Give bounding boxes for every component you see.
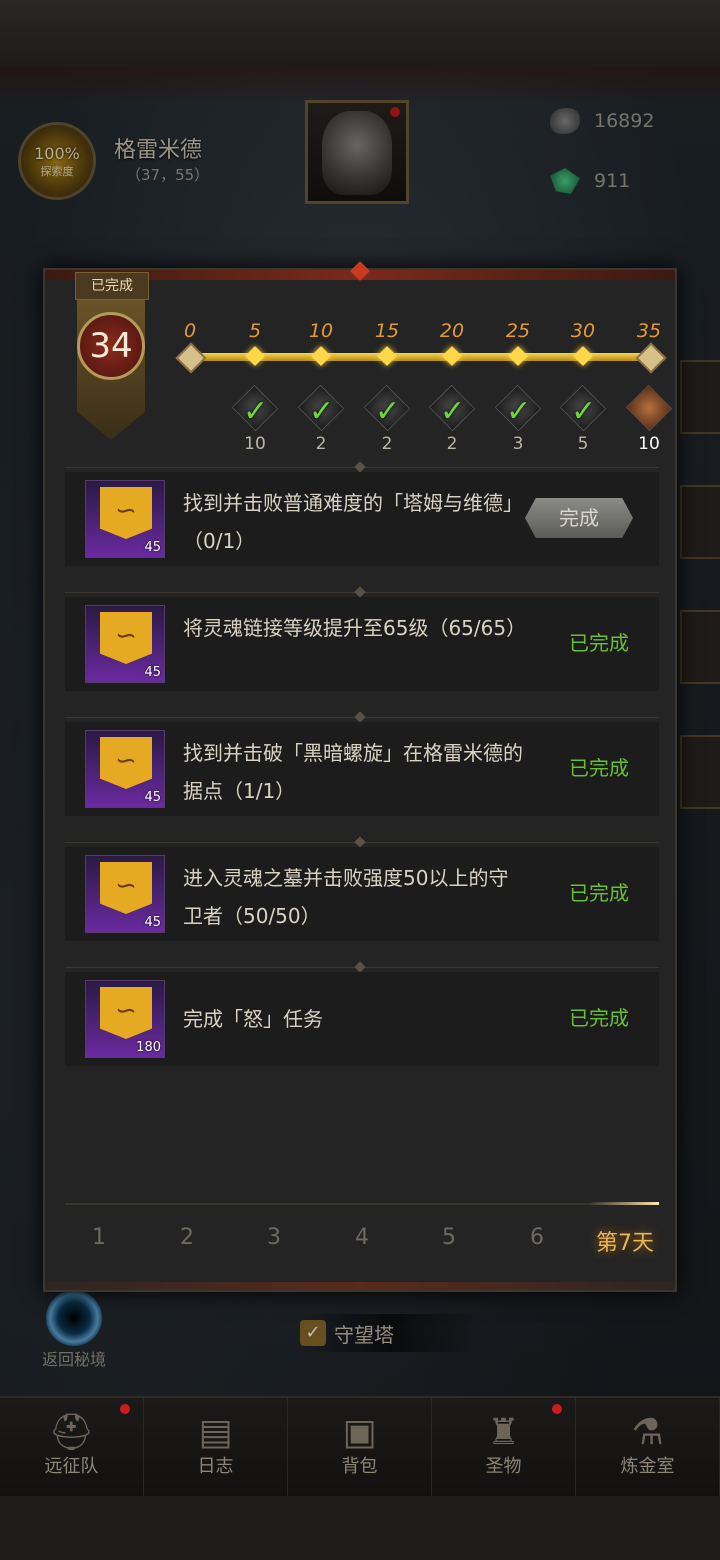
task-reward-icon: ∽ 45	[85, 480, 165, 558]
nav-label: 日志	[197, 1456, 234, 1477]
milestone-reward[interactable]: ✓ 5	[559, 384, 607, 454]
divider	[65, 592, 659, 593]
banner-icon: ∽	[100, 862, 152, 914]
nav-label: 圣物	[485, 1456, 522, 1477]
reward-qty: 10	[244, 434, 266, 454]
journal-icon: ▤	[198, 1412, 233, 1453]
tab-day-3[interactable]: 3	[234, 1225, 314, 1250]
check-icon: ✓	[506, 394, 532, 429]
reward-qty: 2	[315, 434, 327, 454]
milestone-reward[interactable]: ✓ 10	[231, 384, 279, 454]
task-status: 已完成	[569, 1006, 629, 1030]
check-icon: ✓	[375, 394, 401, 429]
milestone-reward[interactable]: 10	[625, 384, 673, 454]
reward-qty: 2	[446, 434, 458, 454]
tab-day-4[interactable]: 4	[322, 1225, 402, 1250]
reward-qty: 2	[381, 434, 393, 454]
task-description: 将灵魂链接等级提升至65级（65/65）	[183, 616, 527, 640]
nav-expedition[interactable]: ⛑ 远征队	[0, 1398, 144, 1498]
milestone-reward[interactable]: ✓ 2	[363, 384, 411, 454]
task-status: 已完成	[569, 881, 629, 905]
milestone-tick: 15	[374, 320, 400, 342]
nav-label: 炼金室	[620, 1456, 675, 1477]
task-row: ∽ 180 完成「怒」任务 已完成	[65, 972, 659, 1066]
check-icon: ✓	[571, 394, 597, 429]
nav-alchemy[interactable]: ⚗ 炼金室	[576, 1398, 720, 1498]
check-icon: ✓	[309, 394, 335, 429]
complete-button[interactable]: 完成	[525, 498, 633, 538]
tab-day-6[interactable]: 6	[497, 1225, 577, 1250]
reward-qty: 5	[577, 434, 589, 454]
reward-qty: 10	[638, 434, 660, 454]
banner-icon: ∽	[100, 612, 152, 664]
backpack-icon: ▣	[342, 1412, 377, 1453]
nav-label: 背包	[341, 1456, 378, 1477]
helmet-icon: ⛑	[48, 1412, 95, 1453]
reward-qty: 45	[144, 915, 161, 930]
reward-qty: 180	[136, 1040, 161, 1055]
milestone-reward[interactable]: ✓ 3	[494, 384, 542, 454]
task-row: ∽ 45 将灵魂链接等级提升至65级（65/65） 已完成	[65, 597, 659, 691]
check-icon: ✓	[440, 394, 466, 429]
divider	[65, 842, 659, 843]
bottom-safe-area	[0, 1496, 720, 1560]
milestone-reward[interactable]: ✓ 2	[297, 384, 345, 454]
reward-qty: 45	[144, 540, 161, 555]
achievement-panel: 已完成 34 0 5 10 15 20 25 30 35 ✓ 10 ✓ 2 ✓ …	[43, 261, 677, 1292]
task-row: ∽ 45 进入灵魂之墓并击败强度50以上的守卫者（50/50） 已完成	[65, 847, 659, 941]
nav-backpack[interactable]: ▣ 背包	[288, 1398, 432, 1498]
days-divider	[65, 1202, 659, 1205]
nav-label: 远征队	[44, 1456, 99, 1477]
scroll-icon	[625, 384, 673, 432]
task-reward-icon: ∽ 180	[85, 980, 165, 1058]
milestone-tick: 35	[636, 320, 662, 342]
nav-journal[interactable]: ▤ 日志	[144, 1398, 288, 1498]
reward-qty: 3	[512, 434, 524, 454]
task-description: 找到并击败普通难度的「塔姆与维德」（0/1）	[183, 491, 523, 553]
tab-day-2[interactable]: 2	[147, 1225, 227, 1250]
task-description: 找到并击破「黑暗螺旋」在格雷米德的据点（1/1）	[183, 741, 523, 803]
day-tabs: 1 2 3 4 5 6 第7天	[45, 1225, 675, 1265]
milestone-tick: 0	[183, 320, 197, 342]
task-status: 已完成	[569, 756, 629, 780]
milestone-ticks: 0 5 10 15 20 25 30 35	[45, 320, 675, 350]
bottom-nav: ⛑ 远征队 ▤ 日志 ▣ 背包 ♜ 圣物 ⚗ 炼金室	[0, 1396, 720, 1498]
alchemy-icon: ⚗	[631, 1412, 664, 1453]
task-description: 完成「怒」任务	[183, 1007, 323, 1031]
divider	[65, 467, 659, 468]
banner-icon: ∽	[100, 737, 152, 789]
task-reward-icon: ∽ 45	[85, 730, 165, 808]
banner-icon: ∽	[100, 487, 152, 539]
notification-dot	[552, 1404, 562, 1414]
task-description: 进入灵魂之墓并击败强度50以上的守卫者（50/50）	[183, 866, 509, 928]
milestone-tick: 20	[439, 320, 465, 342]
divider	[65, 967, 659, 968]
check-icon: ✓	[243, 394, 269, 429]
top-status-bar	[0, 0, 720, 68]
nav-relic[interactable]: ♜ 圣物	[432, 1398, 576, 1498]
tab-day-5[interactable]: 5	[409, 1225, 489, 1250]
task-row: ∽ 45 找到并击破「黑暗螺旋」在格雷米德的据点（1/1） 已完成	[65, 722, 659, 816]
milestone-tick: 5	[248, 320, 262, 342]
milestone-tick: 25	[505, 320, 531, 342]
completion-badge: 已完成 34	[75, 270, 149, 440]
task-reward-icon: ∽ 45	[85, 855, 165, 933]
active-day-highlight	[589, 1202, 659, 1205]
panel-bottom-ornament	[45, 1282, 675, 1290]
divider	[65, 717, 659, 718]
tab-day-7[interactable]: 第7天	[585, 1225, 665, 1257]
milestone-tick: 10	[308, 320, 334, 342]
tab-day-1[interactable]: 1	[59, 1225, 139, 1250]
task-reward-icon: ∽ 45	[85, 605, 165, 683]
task-row: ∽ 45 找到并击败普通难度的「塔姆与维德」（0/1） 完成	[65, 472, 659, 566]
relic-icon: ♜	[487, 1412, 520, 1453]
milestone-tick: 30	[570, 320, 596, 342]
banner-icon: ∽	[100, 987, 152, 1039]
task-status: 已完成	[569, 631, 629, 655]
badge-label: 已完成	[75, 272, 149, 300]
notification-dot	[120, 1404, 130, 1414]
milestone-reward[interactable]: ✓ 2	[428, 384, 476, 454]
reward-qty: 45	[144, 790, 161, 805]
reward-qty: 45	[144, 665, 161, 680]
